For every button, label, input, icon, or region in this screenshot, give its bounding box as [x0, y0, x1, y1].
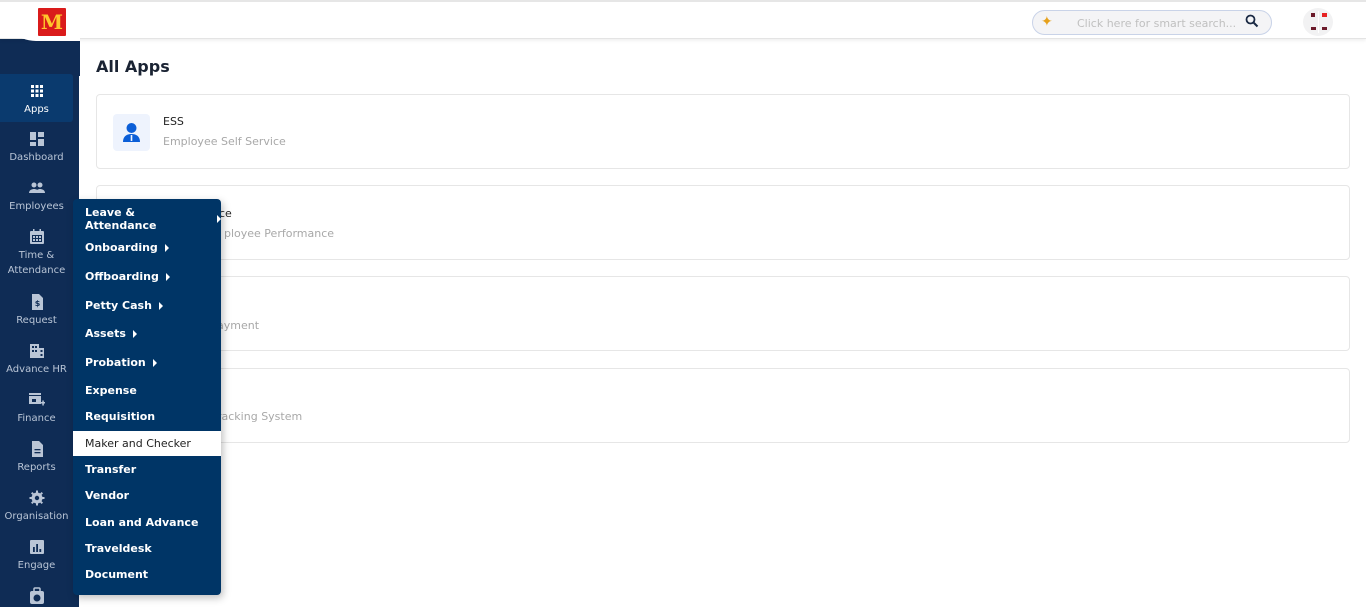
sidebar-item-organisation[interactable]: Organisation [0, 489, 73, 524]
caret-right-icon [158, 301, 163, 310]
menu-item-expense[interactable]: Expense [73, 378, 221, 403]
app-desc: ployee Performance [224, 227, 335, 240]
building-icon [29, 344, 44, 358]
menu-item-transfer[interactable]: Transfer [73, 457, 221, 482]
menu-label: Requisition [85, 410, 156, 423]
sidebar-label: Reports [17, 462, 56, 473]
dollar-document-icon: $ [31, 294, 43, 310]
svg-text:$: $ [34, 299, 40, 308]
app-title: ESS [163, 115, 184, 128]
sidebar-label: Organisation [4, 511, 69, 522]
sidebar-label: Dashboard [9, 152, 64, 163]
app-desc: racking System [217, 410, 303, 423]
menu-item-requisition[interactable]: Requisition [73, 404, 221, 429]
caret-right-icon [217, 214, 221, 223]
sidebar-label: Finance [17, 413, 56, 424]
menu-label: Vendor [85, 489, 130, 502]
sidebar-label: Employees [9, 201, 64, 212]
search-icon[interactable] [1245, 14, 1259, 28]
app-card-ess[interactable]: ESS Employee Self Service [96, 94, 1350, 169]
dashboard-icon [29, 132, 44, 146]
bar-chart-icon [29, 540, 44, 554]
page-title: All Apps [96, 57, 170, 76]
people-icon [28, 182, 45, 193]
menu-item-loan-advance[interactable]: Loan and Advance [73, 510, 221, 535]
calendar-icon [29, 229, 44, 244]
menu-label: Document [85, 568, 149, 581]
app-card-tracking[interactable]: racking System [96, 368, 1350, 443]
brand-logo[interactable]: M [38, 8, 66, 36]
sidebar-item-dashboard[interactable]: Dashboard [0, 130, 73, 165]
grid-icon [30, 85, 43, 97]
menu-label: Maker and Checker [85, 437, 191, 450]
app-desc: ayment [217, 319, 260, 332]
sidebar-label: Advance HR [6, 364, 67, 375]
caret-right-icon [165, 272, 170, 281]
menu-item-offboarding[interactable]: Offboarding [73, 264, 221, 289]
gear-icon [29, 490, 44, 506]
menu-item-leave-attendance[interactable]: Leave & Attendance [73, 205, 221, 232]
menu-label: Leave & Attendance [85, 205, 157, 232]
sidebar-item-request[interactable]: $ Request [0, 293, 73, 328]
menu-label: Traveldesk [85, 542, 152, 555]
sidebar-item-time-attendance[interactable]: Time & Attendance [0, 228, 73, 278]
app-icon-box [113, 114, 150, 151]
sidebar-item-finance[interactable]: Finance [0, 391, 73, 426]
user-avatar[interactable] [1303, 8, 1333, 36]
caret-right-icon [164, 243, 169, 252]
smart-search[interactable]: ✦ [1032, 10, 1272, 35]
sidebar-item-engage[interactable]: Engage [0, 538, 73, 573]
menu-item-assets[interactable]: Assets [73, 321, 221, 346]
menu-item-probation[interactable]: Probation [73, 350, 221, 375]
menu-item-onboarding[interactable]: Onboarding [73, 235, 221, 260]
sidebar-label: Time & Attendance [7, 250, 66, 276]
sidebar-label: Engage [17, 560, 56, 571]
menu-item-traveldesk[interactable]: Traveldesk [73, 536, 221, 561]
sidebar-item-apps[interactable]: Apps [0, 74, 73, 122]
menu-item-document[interactable]: Document [73, 562, 221, 587]
employee-icon [123, 123, 140, 142]
menu-label: Transfer [85, 463, 137, 476]
sidebar-item-employees[interactable]: Employees [0, 179, 73, 214]
top-bar: M ✦ [0, 0, 1366, 41]
menu-item-petty-cash[interactable]: Petty Cash [73, 293, 221, 318]
caret-right-icon [152, 358, 157, 367]
sidebar-item-advance-hr[interactable]: Advance HR [0, 342, 73, 377]
store-add-icon [28, 393, 45, 406]
menu-label: Onboarding [85, 241, 158, 254]
timer-bag-icon [29, 587, 44, 604]
menu-label: Expense [85, 384, 137, 397]
report-icon [31, 441, 43, 457]
logo-icon: M [40, 10, 64, 34]
menu-item-maker-checker[interactable]: Maker and Checker [73, 431, 221, 456]
smart-search-input[interactable] [1077, 14, 1237, 32]
menu-label: Loan and Advance [85, 516, 199, 529]
menu-label: Petty Cash [85, 299, 152, 312]
caret-right-icon [132, 329, 137, 338]
sparkle-icon: ✦ [1041, 14, 1053, 30]
sidebar-label: Apps [24, 104, 49, 115]
sidebar-item-more[interactable] [0, 587, 73, 607]
apps-flyout-menu: Leave & Attendance Onboarding Offboardin… [73, 199, 221, 595]
menu-label: Assets [85, 327, 126, 340]
app-desc: Employee Self Service [163, 135, 286, 148]
menu-label: Offboarding [85, 270, 159, 283]
sidebar-item-reports[interactable]: Reports [0, 440, 73, 475]
app-card-payment[interactable]: ayment [96, 276, 1350, 351]
sidebar-label: Request [16, 315, 57, 326]
sidebar: Apps Dashboard Employees Time & Attendan… [0, 39, 79, 607]
app-card-performance[interactable]: ce ployee Performance [96, 185, 1350, 260]
menu-item-vendor[interactable]: Vendor [73, 483, 221, 508]
menu-label: Probation [85, 356, 146, 369]
